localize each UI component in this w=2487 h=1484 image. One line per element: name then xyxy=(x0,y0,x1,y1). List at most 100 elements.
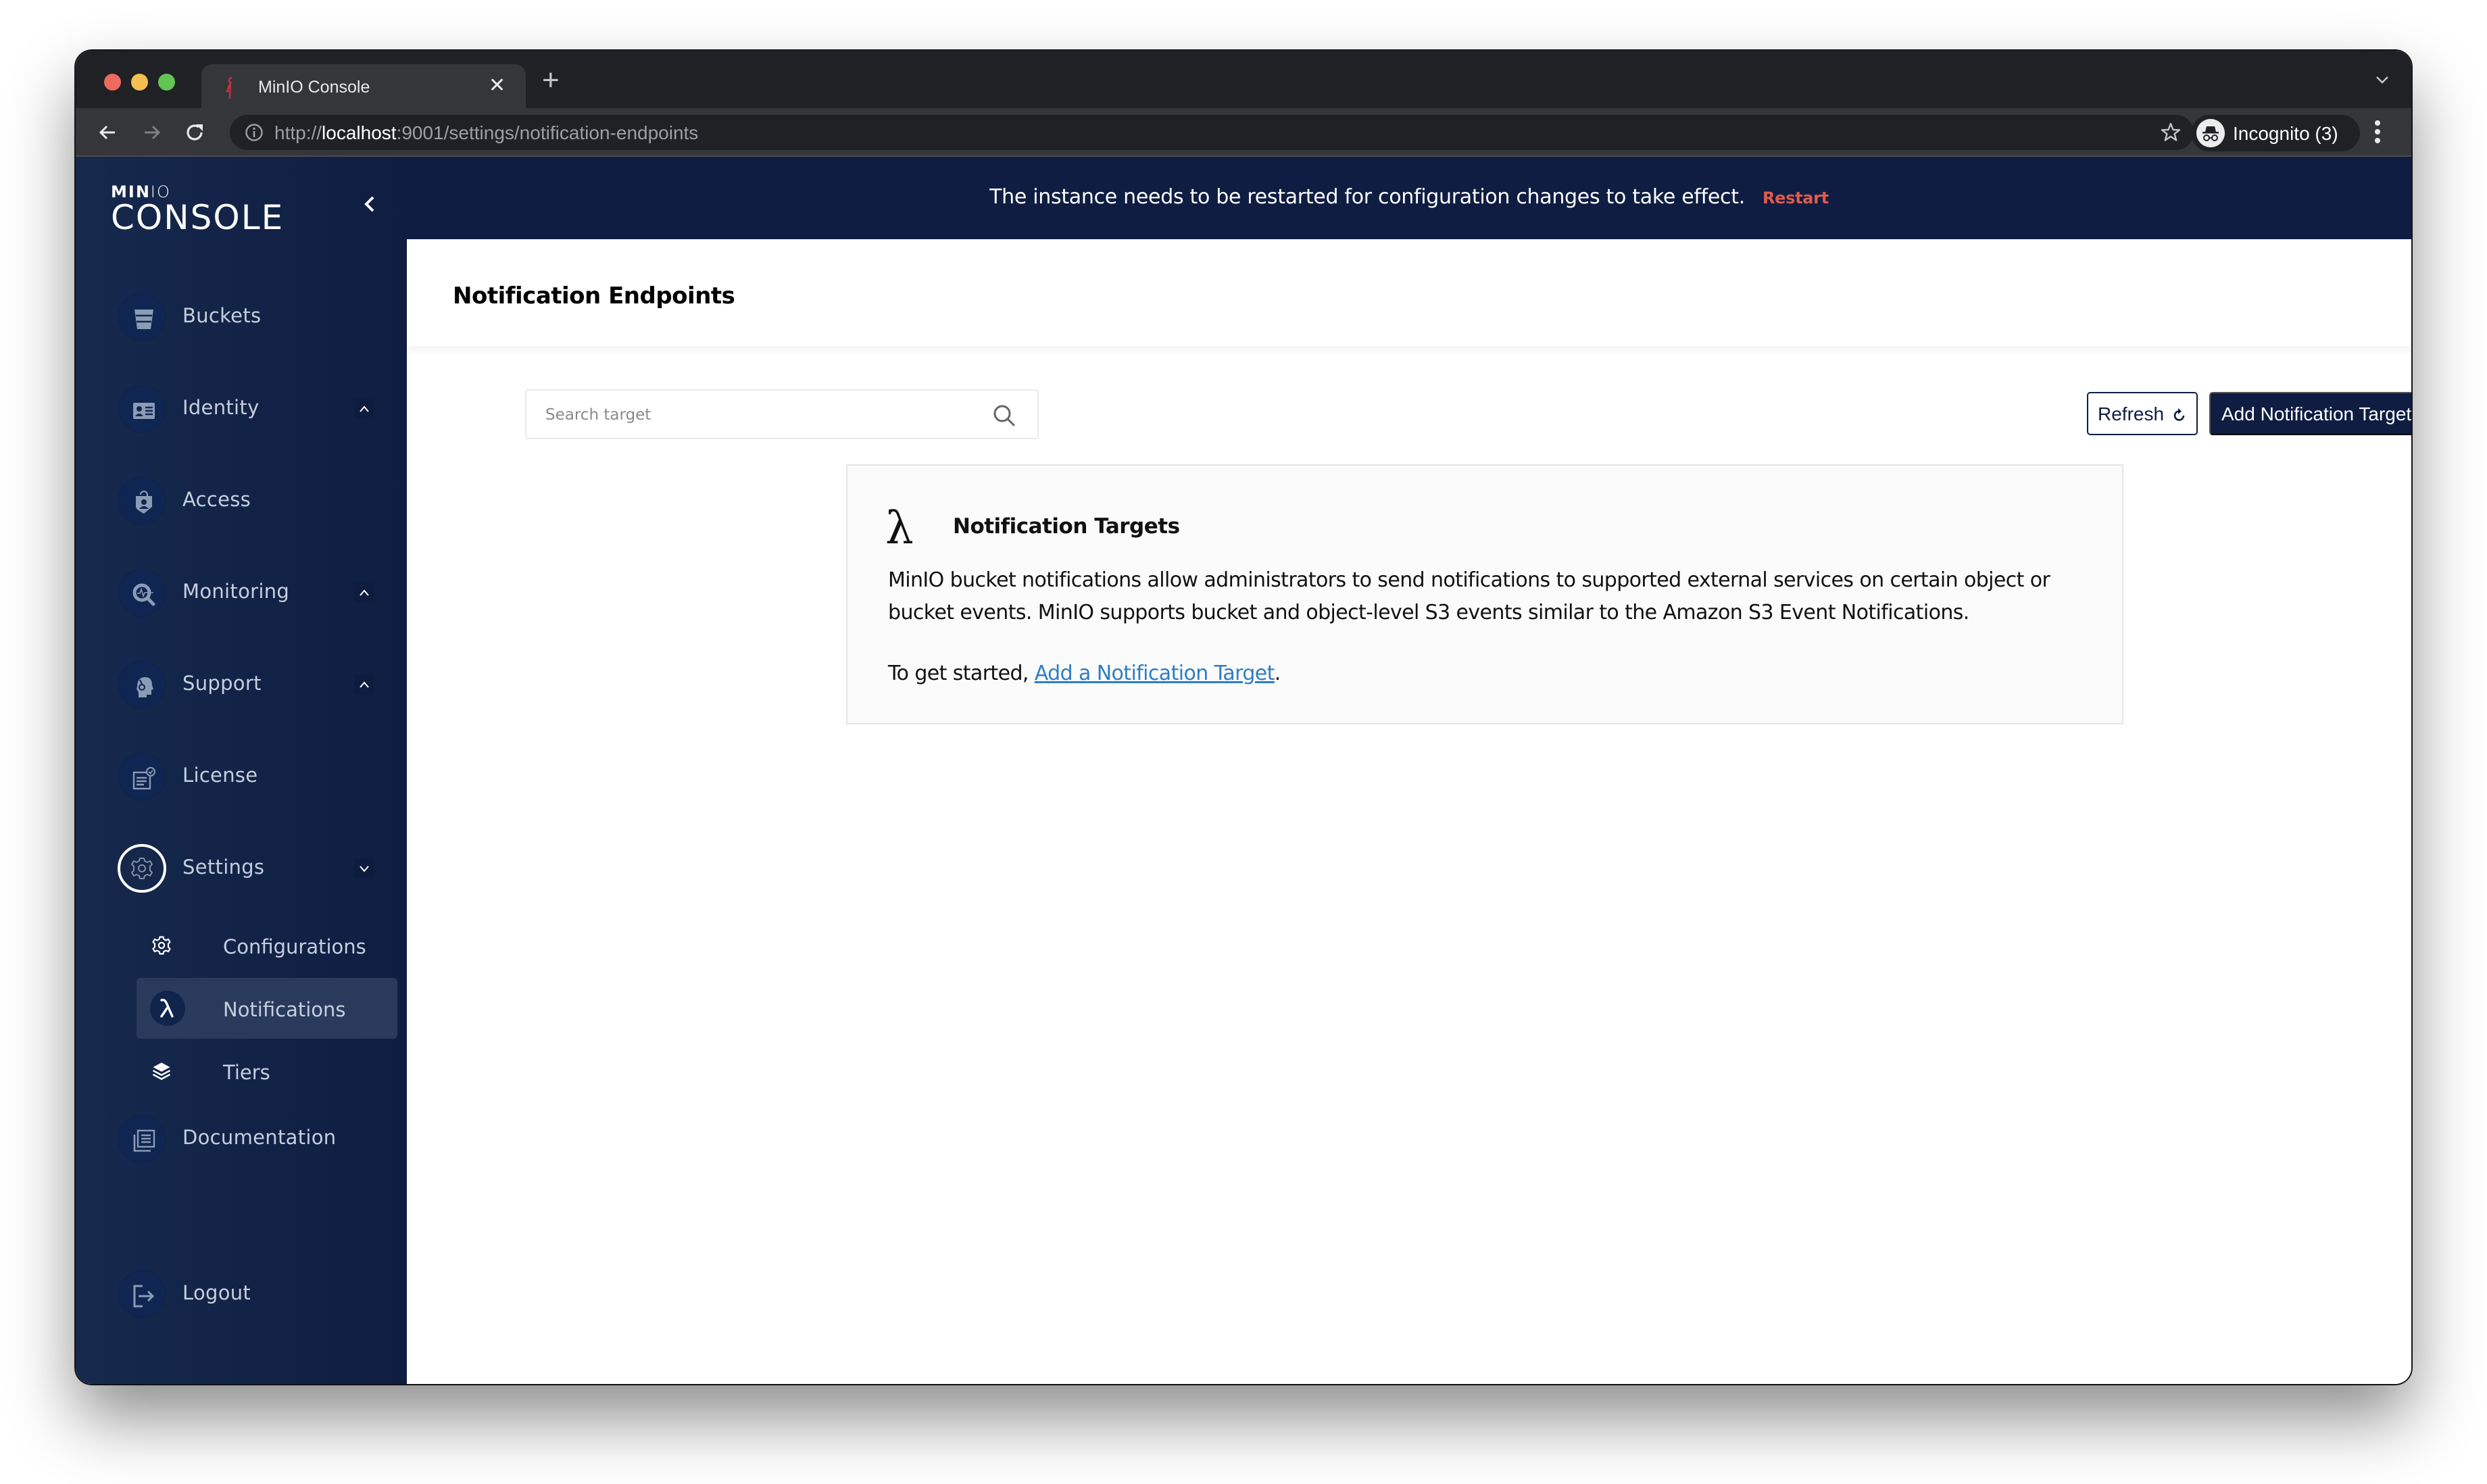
menu-icon-circle xyxy=(118,293,166,341)
sidebar-subitem-label: Configurations xyxy=(223,935,366,958)
shield-user-icon xyxy=(136,491,152,514)
new-tab-button[interactable]: + xyxy=(542,66,560,95)
refresh-button-label: Refresh xyxy=(2098,403,2165,424)
card-description: MinIO bucket notifications allow adminis… xyxy=(888,568,2050,624)
sidebar-item-label: License xyxy=(182,764,258,787)
search-input[interactable] xyxy=(545,403,978,427)
minio-favicon-icon xyxy=(226,76,232,99)
gear-icon xyxy=(152,936,171,955)
gear-icon xyxy=(131,858,153,879)
minio-console-app: MINIO CONSOLE Buckets Identity Access Mo… xyxy=(76,157,2411,1384)
sidebar-item-documentation[interactable]: Documentation xyxy=(109,1111,380,1165)
logout-icon xyxy=(133,1285,155,1308)
page-header: Notification Endpoints xyxy=(407,239,2411,346)
license-icon xyxy=(132,767,155,790)
expand-toggle[interactable] xyxy=(354,674,374,695)
monitoring-search-icon xyxy=(132,583,155,606)
address-bar[interactable]: http://localhost:9001/settings/notificat… xyxy=(230,115,2194,150)
url-path: :9001/settings/notification-endpoints xyxy=(396,122,699,143)
sidebar-item-support[interactable]: Support xyxy=(109,657,380,711)
restart-link[interactable]: Restart xyxy=(1763,189,1829,207)
browser-tab[interactable]: MinIO Console ✕ xyxy=(201,64,526,109)
forward-arrow-icon[interactable] xyxy=(139,120,164,145)
sidebar-item-access[interactable]: Access xyxy=(109,473,380,527)
url-host: localhost xyxy=(322,122,397,143)
sidebar-item-monitoring[interactable]: Monitoring xyxy=(109,565,380,619)
menu-icon-circle xyxy=(118,1114,166,1163)
close-window-button[interactable] xyxy=(104,74,121,91)
incognito-icon xyxy=(2196,119,2225,147)
card-cta: To get started, Add a Notification Targe… xyxy=(888,662,1281,685)
sidebar-subitem-label: Notifications xyxy=(223,998,346,1021)
menu-icon-circle xyxy=(118,752,166,801)
tab-close-icon[interactable]: ✕ xyxy=(489,74,506,97)
sidebar-item-license[interactable]: License xyxy=(109,749,380,803)
sidebar-subitem-label: Tiers xyxy=(223,1061,270,1084)
browser-titlebar: MinIO Console ✕ + xyxy=(76,51,2411,109)
banner-message: The instance needs to be restarted for c… xyxy=(407,185,2411,209)
lambda-icon xyxy=(160,998,174,1018)
back-arrow-icon[interactable] xyxy=(96,120,120,145)
menu-icon-circle-active xyxy=(118,844,166,893)
maximize-window-button[interactable] xyxy=(158,74,175,91)
menu-icon-circle xyxy=(118,1270,166,1318)
reload-icon[interactable] xyxy=(182,120,207,145)
lambda-icon: λ xyxy=(885,502,914,554)
sidebar-item-identity[interactable]: Identity xyxy=(109,381,380,435)
incognito-profile-button[interactable]: Incognito (3) xyxy=(2191,115,2360,151)
search-box xyxy=(525,389,1039,439)
site-info-icon[interactable] xyxy=(245,123,264,142)
layers-icon xyxy=(152,1062,171,1081)
menu-icon-circle xyxy=(118,660,166,709)
menu-icon-circle xyxy=(118,568,166,617)
sidebar-subitem-notifications[interactable]: Notifications xyxy=(137,978,397,1039)
collapse-sidebar-chevron-icon[interactable] xyxy=(360,191,380,218)
restart-banner: The instance needs to be restarted for c… xyxy=(407,157,2411,239)
cta-suffix: . xyxy=(1274,662,1281,685)
tab-title: MinIO Console xyxy=(258,78,370,97)
sidebar-subitem-configurations[interactable]: Configurations xyxy=(137,915,397,976)
sidebar-item-label: Logout xyxy=(182,1281,251,1304)
cta-prefix: To get started, xyxy=(888,662,1035,685)
refresh-button[interactable]: Refresh xyxy=(2087,392,2198,435)
search-icon[interactable] xyxy=(991,403,1017,428)
menu-icon-circle xyxy=(118,385,166,433)
expand-toggle[interactable] xyxy=(354,583,374,603)
main-content: Notification Endpoints Refresh Add Notif… xyxy=(407,239,2411,1384)
bookmark-star-icon[interactable] xyxy=(2160,122,2182,143)
sidebar-item-label: Monitoring xyxy=(182,580,290,603)
bucket-icon xyxy=(134,310,153,329)
sidebar-subitem-tiers[interactable]: Tiers xyxy=(137,1041,397,1102)
add-notification-target-button[interactable]: Add Notification Target xyxy=(2209,392,2411,435)
menu-icon-circle xyxy=(118,476,166,525)
browser-toolbar: http://localhost:9001/settings/notificat… xyxy=(76,108,2411,157)
sidebar-item-label: Buckets xyxy=(182,304,262,327)
chevron-up-icon xyxy=(360,589,369,596)
sidebar-item-buckets[interactable]: Buckets xyxy=(109,289,380,343)
sidebar-item-label: Access xyxy=(182,488,251,511)
url-scheme: http:// xyxy=(274,122,322,143)
minio-console-logo: MINIO CONSOLE xyxy=(111,184,284,235)
expand-toggle[interactable] xyxy=(354,399,374,419)
url-text: http://localhost:9001/settings/notificat… xyxy=(274,122,698,144)
sidebar-item-settings[interactable]: Settings xyxy=(109,841,380,895)
minimize-window-button[interactable] xyxy=(131,74,148,91)
sidebar-item-label: Identity xyxy=(182,396,260,419)
banner-message-text: The instance needs to be restarted for c… xyxy=(989,185,1745,209)
sidebar-item-logout[interactable]: Logout xyxy=(109,1266,380,1320)
refresh-icon xyxy=(2173,408,2185,421)
lambda-icon-circle xyxy=(150,991,185,1026)
add-button-label: Add Notification Target xyxy=(2221,403,2411,424)
identity-card-icon xyxy=(133,403,155,419)
browser-window: MinIO Console ✕ + http://localhost:9001/… xyxy=(76,51,2411,1384)
sidebar-item-label: Documentation xyxy=(182,1126,337,1149)
expand-toggle[interactable] xyxy=(354,858,374,879)
notification-targets-info-card: λ Notification Targets MinIO bucket noti… xyxy=(846,464,2123,724)
incognito-label: Incognito (3) xyxy=(2233,123,2338,144)
page-title: Notification Endpoints xyxy=(453,282,735,310)
chevron-up-icon xyxy=(360,681,369,688)
sidebar-item-label: Support xyxy=(182,672,262,695)
add-notification-target-link[interactable]: Add a Notification Target xyxy=(1035,662,1275,685)
browser-menu-kebab-icon[interactable] xyxy=(2373,120,2382,145)
tab-search-chevron-icon[interactable] xyxy=(2373,71,2391,89)
